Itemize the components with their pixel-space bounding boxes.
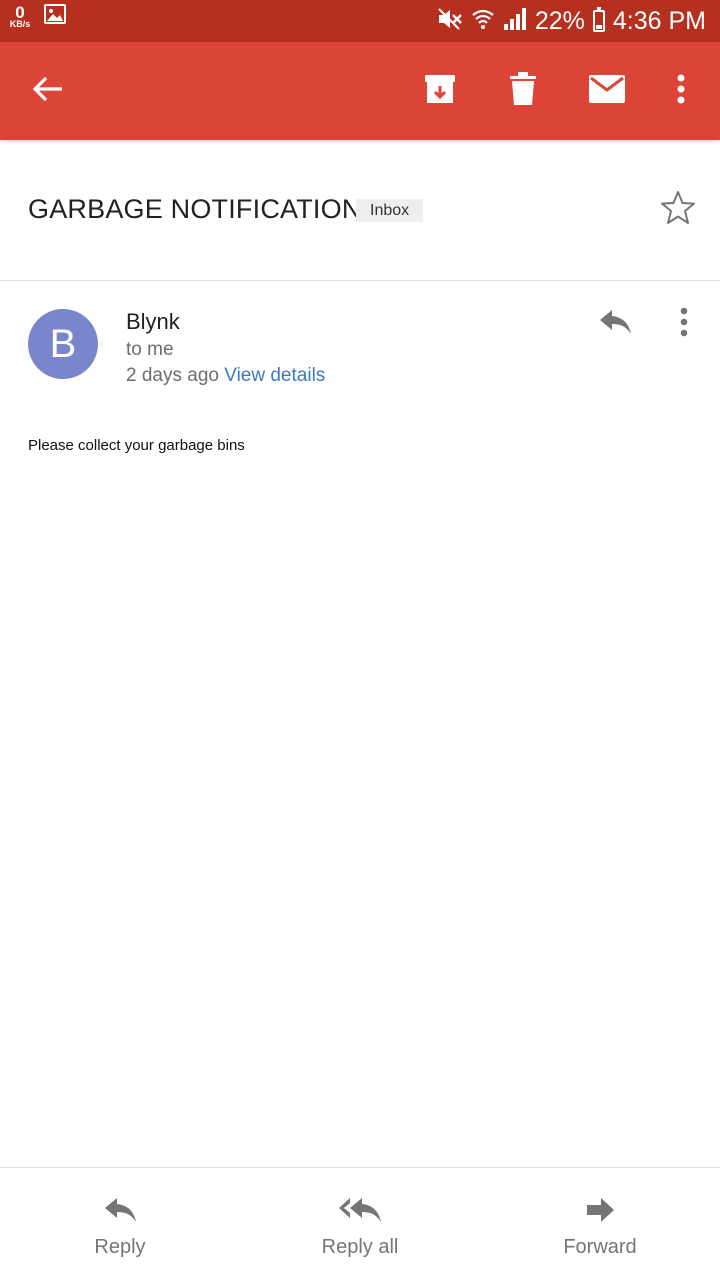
email-subject: GARBAGE NOTIFICATION bbox=[28, 194, 362, 224]
archive-icon bbox=[423, 72, 457, 111]
clock: 4:36 PM bbox=[612, 6, 706, 35]
reply-icon bbox=[598, 308, 632, 341]
more-vert-icon bbox=[679, 307, 689, 342]
status-right: 22% 4:36 PM bbox=[437, 0, 706, 42]
network-speed: 0 KB/s bbox=[6, 4, 34, 29]
reply-all-button[interactable]: Reply all bbox=[240, 1168, 480, 1281]
view-details-link[interactable]: View details bbox=[224, 365, 325, 386]
status-bar: 0 KB/s 22% 4:36 PM bbox=[0, 0, 720, 42]
bottom-action-bar: Reply Reply all Forward bbox=[0, 1167, 720, 1280]
battery-level bbox=[595, 25, 602, 29]
wifi-icon bbox=[471, 7, 495, 36]
reply-all-label: Reply all bbox=[321, 1236, 399, 1258]
app-bar bbox=[0, 42, 720, 140]
inbox-label[interactable]: Inbox bbox=[356, 199, 424, 222]
battery-percent: 22% bbox=[534, 6, 585, 35]
network-speed-unit: KB/s bbox=[9, 19, 31, 29]
reply-icon bbox=[103, 1196, 137, 1228]
archive-button[interactable] bbox=[405, 42, 475, 140]
reply-all-icon bbox=[338, 1196, 382, 1228]
sender-name: Blynk bbox=[126, 309, 180, 334]
back-button[interactable] bbox=[13, 42, 83, 140]
forward-icon bbox=[585, 1196, 615, 1228]
header-reply-button[interactable] bbox=[592, 301, 638, 347]
time-ago: 2 days ago bbox=[126, 365, 219, 386]
mark-unread-button[interactable] bbox=[572, 42, 642, 140]
sender-avatar[interactable]: B bbox=[28, 309, 98, 379]
subject-row: GARBAGE NOTIFICATION Inbox bbox=[0, 140, 720, 281]
status-left: 0 KB/s bbox=[6, 4, 66, 29]
signal-icon bbox=[503, 7, 527, 36]
message-more-button[interactable] bbox=[664, 301, 704, 347]
message-body: Please collect your garbage bins bbox=[28, 437, 245, 454]
more-options-button[interactable] bbox=[646, 42, 716, 140]
image-notification-icon bbox=[44, 4, 66, 29]
forward-button[interactable]: Forward bbox=[480, 1168, 720, 1281]
more-vert-icon bbox=[676, 74, 686, 109]
delete-icon bbox=[510, 71, 536, 111]
recipient-text: to me bbox=[126, 339, 174, 360]
star-button[interactable] bbox=[656, 188, 700, 232]
star-icon bbox=[660, 190, 696, 231]
back-arrow-icon bbox=[32, 75, 64, 108]
message-header: B Blynk to me 2 days ago View details bbox=[0, 281, 720, 421]
message-meta: 2 days ago View details bbox=[126, 365, 325, 387]
battery-icon bbox=[592, 7, 605, 32]
reply-label: Reply bbox=[94, 1236, 146, 1258]
mark-unread-icon bbox=[588, 74, 626, 109]
reply-button[interactable]: Reply bbox=[0, 1168, 240, 1281]
forward-label: Forward bbox=[563, 1236, 637, 1258]
delete-button[interactable] bbox=[488, 42, 558, 140]
mute-icon bbox=[437, 7, 463, 36]
